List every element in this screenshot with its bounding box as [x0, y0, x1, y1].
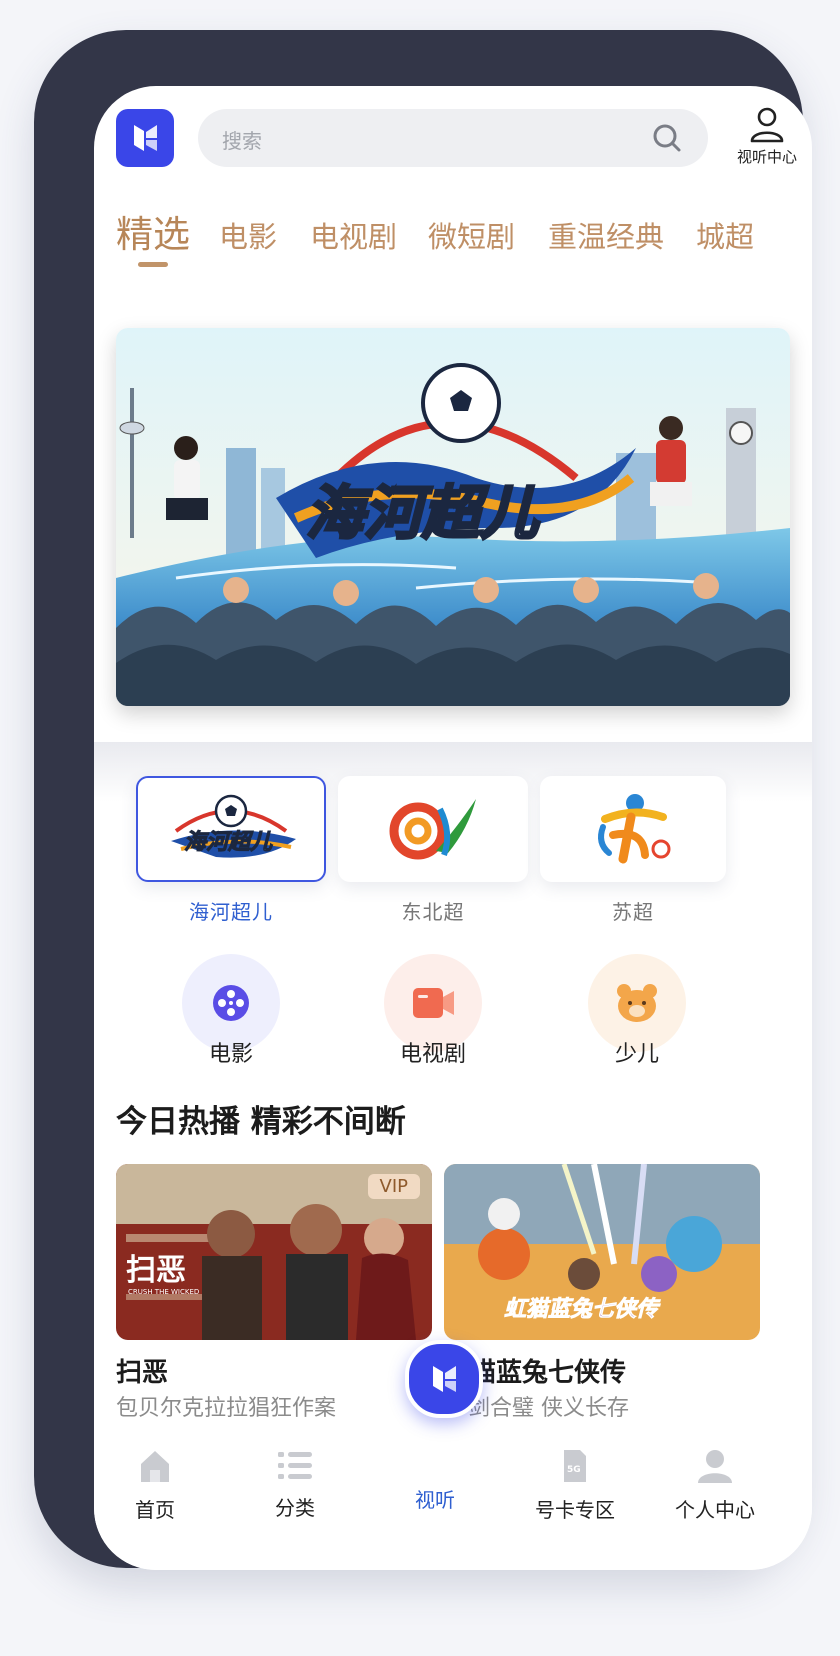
nav-home[interactable]: 首页 [95, 1448, 215, 1523]
haihe-league-logo: 海河超儿 [171, 794, 296, 858]
user-center-label: 视听中心 [736, 148, 797, 166]
tab-classics[interactable]: 重温经典 [548, 214, 664, 256]
card-subtitle-saoe: 包贝尔克拉拉猖狂作案 [116, 1396, 337, 1421]
app-logo-icon[interactable] [116, 109, 174, 167]
league-card-suchao[interactable] [540, 776, 726, 882]
hongmao-poster: 虹猫蓝兔七侠传 [444, 1164, 760, 1340]
league-label-suchao: 苏超 [612, 900, 654, 924]
category-tv-label: 电视剧 [399, 1042, 466, 1067]
video-camera-icon [413, 988, 454, 1018]
nav-sim-card[interactable]: 5G 号卡专区 [515, 1448, 635, 1523]
person-icon [698, 1450, 732, 1483]
banner-title: 海河超儿 [306, 479, 540, 547]
dongbei-league-logo [389, 799, 476, 860]
league-label-dongbei: 东北超 [401, 900, 465, 924]
nav-home-label: 首页 [135, 1498, 175, 1522]
svg-text:CRUSH THE WICKED: CRUSH THE WICKED [128, 1288, 199, 1296]
nav-media[interactable]: 视听 [375, 1484, 495, 1513]
suchao-league-logo [598, 794, 671, 864]
tab-movies[interactable]: 电影 [219, 214, 277, 256]
search-icon[interactable] [652, 123, 682, 153]
search-placeholder: 搜索 [222, 129, 262, 153]
card-poster-saoe[interactable]: 扫恶 CRUSH THE WICKED VIP [116, 1164, 432, 1340]
user-center-button[interactable]: 视听中心 [730, 106, 804, 176]
card-poster-hongmao[interactable]: 虹猫蓝兔七侠传 [444, 1164, 760, 1340]
category-tabs: 精选 电影 电视剧 微短剧 重温经典 城超 [94, 204, 812, 267]
tab-featured[interactable]: 精选 [116, 204, 190, 258]
nav-category-label: 分类 [275, 1496, 315, 1520]
tab-city-league[interactable]: 城超 [696, 214, 754, 256]
section-title: 今日热播 精彩不间断 [116, 1104, 406, 1140]
search-bar[interactable]: 搜索 [198, 109, 708, 167]
league-card-haihe[interactable]: 海河超儿 [136, 776, 326, 882]
app-logo-icon [433, 1366, 456, 1392]
vip-badge: VIP [367, 1174, 420, 1199]
card-title-saoe[interactable]: 扫恶 [116, 1352, 168, 1389]
tab-micro-drama[interactable]: 微短剧 [428, 214, 515, 256]
film-reel-icon [213, 985, 249, 1021]
nav-sim-card-label: 号卡专区 [535, 1498, 615, 1522]
bottom-navigation: 首页 分类 视听 5G 号卡专区 个人中心 [94, 1430, 812, 1570]
bear-icon [617, 984, 657, 1022]
svg-text:虹猫蓝兔七侠传: 虹猫蓝兔七侠传 [504, 1297, 661, 1322]
banner-illustration: 海河超儿 [116, 328, 790, 706]
tab-tv-series[interactable]: 电视剧 [310, 214, 397, 256]
svg-text:海河超儿: 海河超儿 [184, 830, 273, 855]
nav-profile[interactable]: 个人中心 [655, 1448, 775, 1523]
category-movies-label: 电影 [208, 1042, 253, 1067]
category-kids-label: 少儿 [614, 1042, 659, 1067]
league-card-dongbei[interactable] [338, 776, 528, 882]
nav-media-label: 视听 [415, 1488, 455, 1512]
card-subtitle-hongmao: 剑合璧 侠义长存 [468, 1396, 629, 1421]
svg-text:5G: 5G [567, 1465, 581, 1475]
nav-category[interactable]: 分类 [235, 1448, 355, 1521]
home-icon [141, 1451, 169, 1482]
svg-text:扫恶: 扫恶 [126, 1253, 186, 1288]
hero-banner[interactable]: 海河超儿 [116, 328, 790, 706]
sim-card-5g-icon: 5G [564, 1450, 586, 1482]
active-tab-indicator [138, 262, 168, 267]
center-media-button[interactable] [405, 1340, 483, 1418]
app-screen: 搜索 视听中心 精选 电影 电视剧 微短剧 重温经典 城超 海河超儿 海河超儿 … [94, 86, 812, 1570]
list-icon [278, 1452, 312, 1479]
user-icon [750, 107, 784, 143]
phone-frame: 搜索 视听中心 精选 电影 电视剧 微短剧 重温经典 城超 海河超儿 海河超儿 … [34, 30, 812, 1570]
league-label-haihe: 海河超儿 [189, 900, 273, 924]
nav-profile-label: 个人中心 [675, 1498, 755, 1522]
